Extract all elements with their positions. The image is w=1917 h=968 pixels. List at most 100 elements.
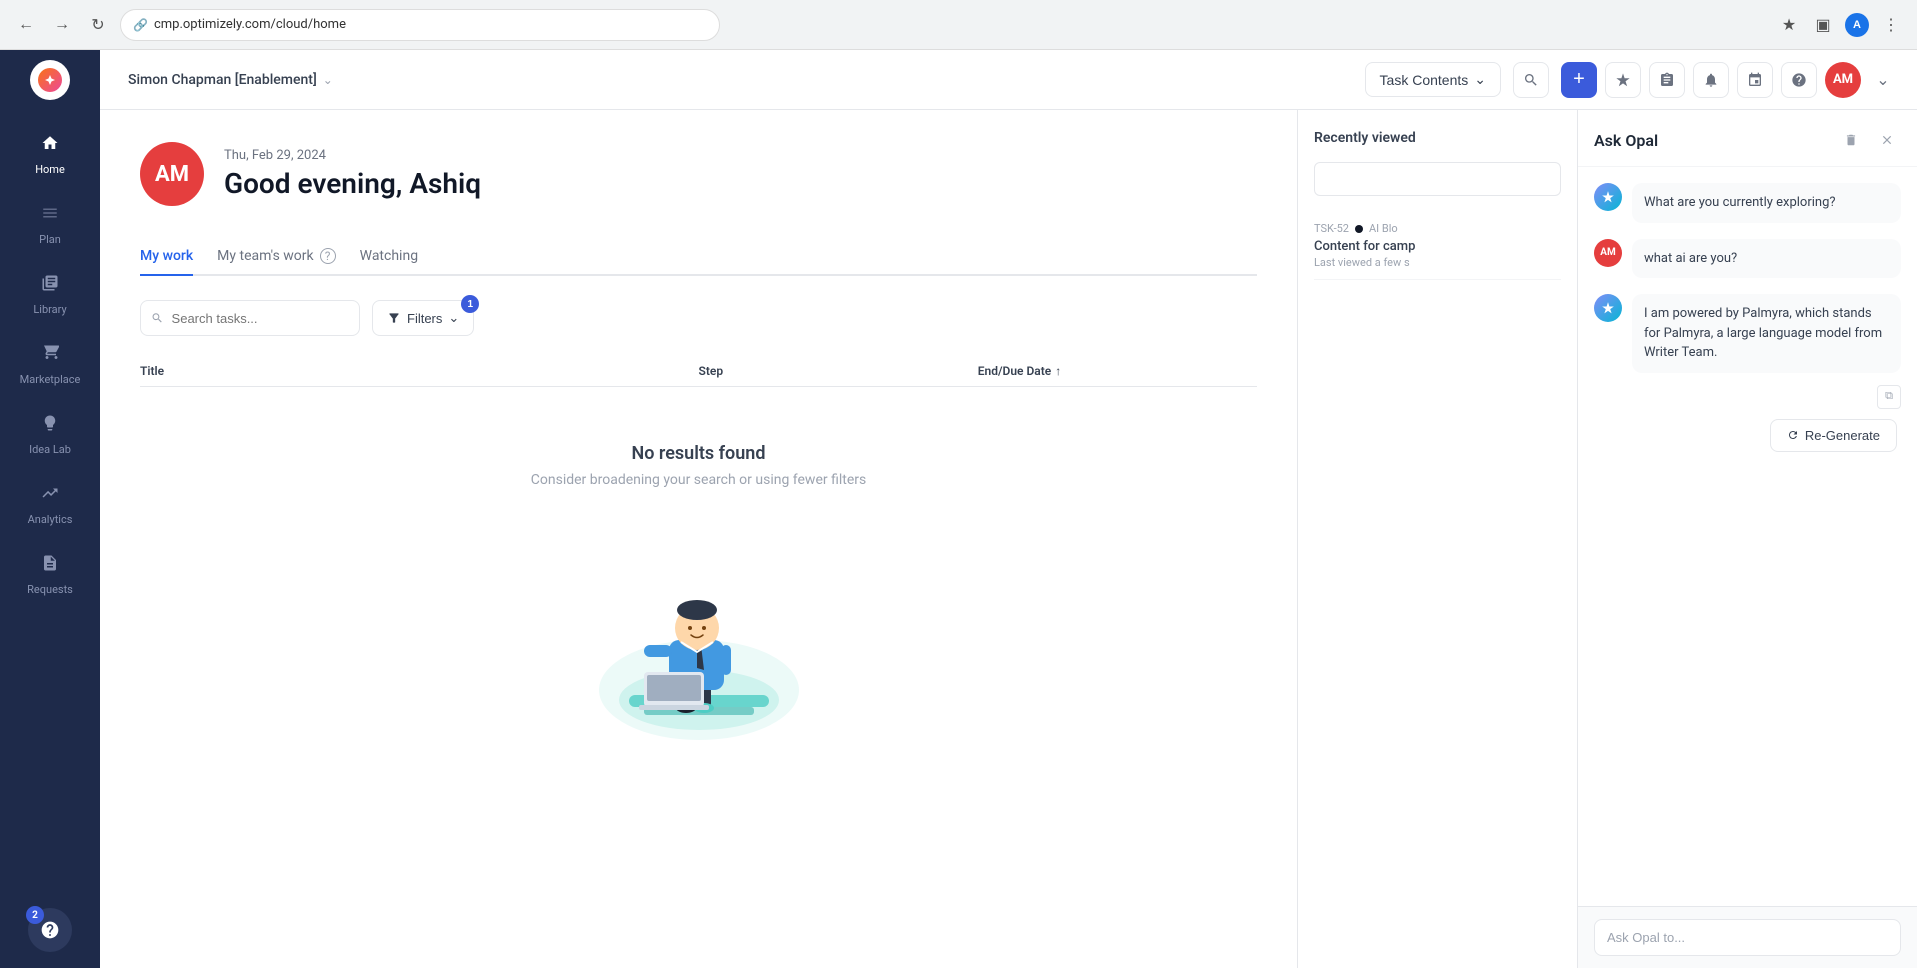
header-more-button[interactable]: ⌄ [1869,66,1897,94]
list-item[interactable]: TSK-52 AI Blo Content for camp Last view… [1314,212,1561,280]
sidebar-label-home: Home [35,163,65,176]
tab-my-teams-work[interactable]: My team's work ? [217,238,335,276]
sidebar-label-marketplace: Marketplace [20,373,81,386]
create-button[interactable]: + [1561,62,1597,98]
address-icon: 🔗 [133,18,148,32]
task-contents-label: Task Contents [1380,72,1469,88]
user-avatar-large: AM [140,142,204,206]
tab-my-work[interactable]: My work [140,238,193,276]
forward-button[interactable]: → [48,11,76,39]
opal-ai-avatar-3 [1594,294,1622,322]
my-teams-work-help-icon: ? [320,248,336,264]
sidebar-item-home[interactable]: Home [0,120,100,190]
recent-item-category: AI Blo [1369,222,1398,235]
opal-message-1: What are you currently exploring? [1594,183,1901,223]
address-bar[interactable]: 🔗 cmp.optimizely.com/cloud/home [120,9,720,41]
recently-viewed-title: Recently viewed [1314,130,1561,146]
greeting-section: AM Thu, Feb 29, 2024 Good evening, Ashiq [140,142,1257,206]
copy-button[interactable]: ⧉ [1877,385,1901,409]
opal-message-actions: ⧉ [1632,385,1901,409]
sidebar-item-plan[interactable]: Plan [0,190,100,260]
sidebar-label-library: Library [33,303,66,316]
opal-message-bubble-3: I am powered by Palmyra, which stands fo… [1632,294,1901,373]
recently-viewed-panel: Recently viewed TSK-52 AI Blo Content fo… [1297,110,1577,968]
header-avatar[interactable]: AM [1825,62,1861,98]
main-area: Simon Chapman [Enablement] ⌄ Task Conten… [100,50,1917,968]
workspace-name: Simon Chapman [Enablement] [128,72,317,88]
ask-opal-title: Ask Opal [1594,131,1837,150]
help-badge-count: 2 [26,906,44,924]
app-container: Home Plan Library Marketplace [0,50,1917,968]
col-title-header: Title [140,364,699,378]
col-step-header: Step [699,364,978,378]
sidebar-item-idea-lab[interactable]: Idea Lab [0,400,100,470]
recently-viewed-search[interactable] [1314,162,1561,196]
recent-item-title: Content for camp [1314,239,1561,254]
sidebar-item-requests[interactable]: Requests [0,540,100,610]
col-date-header: End/Due Date ↑ [978,364,1257,378]
opal-ai-avatar-1 [1594,183,1622,211]
sidebar-item-marketplace[interactable]: Marketplace [0,330,100,400]
opal-message-bubble-1: What are you currently exploring? [1632,183,1901,223]
opal-header: Ask Opal [1578,110,1917,167]
extensions-button[interactable]: ▣ [1809,11,1837,39]
back-button[interactable]: ← [12,11,40,39]
filters-row: Filters ⌄ 1 [140,300,1257,336]
recent-item-meta: TSK-52 AI Blo [1314,222,1561,235]
sidebar-logo[interactable] [0,50,100,110]
ai-button[interactable] [1605,62,1641,98]
search-tasks-box[interactable] [140,300,360,336]
opal-trash-button[interactable] [1837,126,1865,154]
workspace-chevron-icon: ⌄ [323,73,333,87]
help-badge[interactable]: 2 [28,908,72,952]
sidebar-label-idea-lab: Idea Lab [29,443,71,456]
empty-state-subtitle: Consider broadening your search or using… [531,472,866,488]
header-actions: + AM ⌄ [1561,62,1897,98]
opal-message-3-content: I am powered by Palmyra, which stands fo… [1632,294,1901,409]
sidebar-label-plan: Plan [39,233,61,246]
filters-button[interactable]: Filters ⌄ 1 [372,300,474,336]
empty-state-illustration [549,520,849,760]
sort-icon[interactable]: ↑ [1055,364,1061,378]
refresh-button[interactable]: ↻ [84,11,112,39]
table-header: Title Step End/Due Date ↑ [140,356,1257,387]
opal-user-avatar-2: AM [1594,239,1622,267]
opal-message-3-container: I am powered by Palmyra, which stands fo… [1594,294,1901,452]
recent-item-time: Last viewed a few s [1314,256,1561,269]
clipboard-button[interactable] [1649,62,1685,98]
greeting-text-block: Thu, Feb 29, 2024 Good evening, Ashiq [224,148,481,200]
help-button[interactable] [1781,62,1817,98]
profile-button[interactable]: A [1843,11,1871,39]
header-search-box[interactable] [1513,62,1549,98]
browser-chrome: ← → ↻ 🔗 cmp.optimizely.com/cloud/home ★ … [0,0,1917,50]
greeting-date: Thu, Feb 29, 2024 [224,148,481,163]
browser-avatar: A [1845,13,1869,37]
menu-button[interactable]: ⋮ [1877,11,1905,39]
browser-actions: ★ ▣ A ⋮ [1775,11,1905,39]
idea-lab-icon [41,414,59,437]
logo-circle [30,60,70,100]
bell-button[interactable] [1693,62,1729,98]
sidebar-item-analytics[interactable]: Analytics [0,470,100,540]
tabs-bar: My work My team's work ? Watching [140,238,1257,276]
calendar-button[interactable] [1737,62,1773,98]
sidebar-bottom: 2 [12,892,88,968]
opal-close-button[interactable] [1873,126,1901,154]
sidebar-item-library[interactable]: Library [0,260,100,330]
workspace-selector[interactable]: Simon Chapman [Enablement] ⌄ [120,66,341,94]
opal-messages: What are you currently exploring? AM wha… [1578,167,1917,906]
opal-message-2: AM what ai are you? [1594,239,1901,279]
regenerate-button[interactable]: Re-Generate [1770,419,1897,452]
recent-item-id: TSK-52 [1314,222,1349,235]
bookmark-button[interactable]: ★ [1775,11,1803,39]
search-tasks-input[interactable] [172,311,349,326]
url-text: cmp.optimizely.com/cloud/home [154,17,346,32]
ask-opal-panel: Ask Opal [1577,110,1917,968]
empty-state-title: No results found [632,443,766,464]
home-main-content: AM Thu, Feb 29, 2024 Good evening, Ashiq… [100,110,1297,968]
tab-watching[interactable]: Watching [360,238,418,276]
recent-item-dot [1355,225,1363,233]
library-icon [41,274,59,297]
task-contents-button[interactable]: Task Contents ⌄ [1365,62,1501,97]
opal-input[interactable] [1594,919,1901,956]
